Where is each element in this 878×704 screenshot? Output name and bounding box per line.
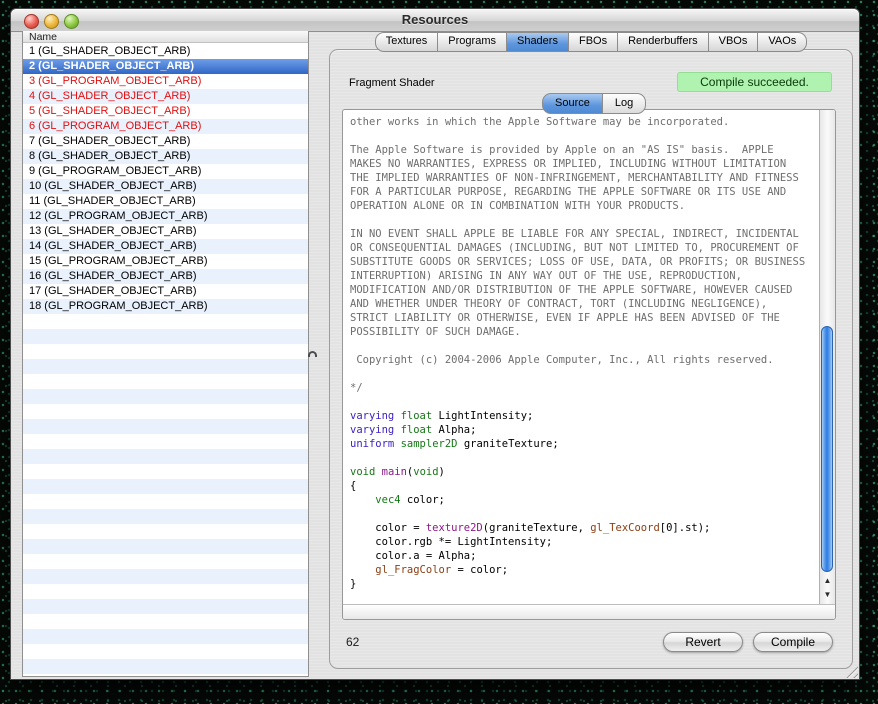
tab-vbos[interactable]: VBOs xyxy=(709,32,759,52)
source-log-segmented-control: SourceLog xyxy=(542,93,646,112)
segment-log[interactable]: Log xyxy=(603,93,646,114)
code-line: MAKES NO WARRANTIES, EXPRESS OR IMPLIED,… xyxy=(350,157,819,171)
title-bar: Resources xyxy=(11,9,859,32)
code-line: gl_FragColor = color; xyxy=(350,563,819,577)
list-item[interactable]: 15 (GL_PROGRAM_OBJECT_ARB) xyxy=(23,254,308,269)
resource-list: Name 1 (GL_SHADER_OBJECT_ARB)2 (GL_SHADE… xyxy=(22,31,309,677)
shader-source-editor: other works in which the Apple Software … xyxy=(342,109,836,620)
code-line: The Apple Software is provided by Apple … xyxy=(350,143,819,157)
list-item[interactable]: 18 (GL_PROGRAM_OBJECT_ARB) xyxy=(23,299,308,314)
code-line: OPERATION ALONE OR IN COMBINATION WITH Y… xyxy=(350,199,819,213)
tab-textures[interactable]: Textures xyxy=(375,32,439,52)
scroll-up-arrow-icon[interactable]: ▲ xyxy=(820,574,835,588)
code-line: AND WHETHER UNDER THEORY OF CONTRACT, TO… xyxy=(350,297,819,311)
list-item[interactable]: 5 (GL_SHADER_OBJECT_ARB) xyxy=(23,104,308,119)
code-line: MODIFICATION AND/OR DISTRIBUTION OF THE … xyxy=(350,283,819,297)
tab-vaos[interactable]: VAOs xyxy=(758,32,807,52)
list-item[interactable]: 11 (GL_SHADER_OBJECT_ARB) xyxy=(23,194,308,209)
code-line: STRICT LIABILITY OR OTHERWISE, EVEN IF A… xyxy=(350,311,819,325)
vertical-scrollbar[interactable]: ▲ ▼ xyxy=(819,110,835,604)
code-line: void main(void) xyxy=(350,465,819,479)
window-content: Name 1 (GL_SHADER_OBJECT_ARB)2 (GL_SHADE… xyxy=(11,31,859,679)
code-line xyxy=(350,507,819,521)
tab-bar: TexturesProgramsShadersFBOsRenderbuffers… xyxy=(329,32,853,50)
list-item[interactable]: 13 (GL_SHADER_OBJECT_ARB) xyxy=(23,224,308,239)
code-line: } xyxy=(350,577,819,591)
code-line xyxy=(350,451,819,465)
list-item[interactable]: 17 (GL_SHADER_OBJECT_ARB) xyxy=(23,284,308,299)
code-line xyxy=(350,213,819,227)
code-line: varying float LightIntensity; xyxy=(350,409,819,423)
code-text-area[interactable]: other works in which the Apple Software … xyxy=(343,110,819,604)
list-item[interactable]: 7 (GL_SHADER_OBJECT_ARB) xyxy=(23,134,308,149)
list-item[interactable]: 14 (GL_SHADER_OBJECT_ARB) xyxy=(23,239,308,254)
code-line: THE IMPLIED WARRANTIES OF NON-INFRINGEME… xyxy=(350,171,819,185)
resources-window: Resources Name 1 (GL_SHADER_OBJECT_ARB)2… xyxy=(10,8,860,680)
compile-status-badge: Compile succeeded. xyxy=(677,72,832,92)
list-item[interactable]: 16 (GL_SHADER_OBJECT_ARB) xyxy=(23,269,308,284)
list-item[interactable]: 10 (GL_SHADER_OBJECT_ARB) xyxy=(23,179,308,194)
segment-source[interactable]: Source xyxy=(542,93,603,114)
code-line xyxy=(350,129,819,143)
code-line: color.rgb *= LightIntensity; xyxy=(350,535,819,549)
code-line: color = texture2D(graniteTexture, gl_Tex… xyxy=(350,521,819,535)
scrollbar-thumb[interactable] xyxy=(821,326,833,572)
list-item[interactable]: 6 (GL_PROGRAM_OBJECT_ARB) xyxy=(23,119,308,134)
scrollbar-arrows: ▲ ▼ xyxy=(820,574,835,602)
list-item[interactable]: 1 (GL_SHADER_OBJECT_ARB) xyxy=(23,44,308,59)
code-line: SUBSTITUTE GOODS OR SERVICES; LOSS OF US… xyxy=(350,255,819,269)
code-line: POSSIBILITY OF SUCH DAMAGE. xyxy=(350,325,819,339)
line-number-indicator: 62 xyxy=(346,635,359,649)
code-line: vec4 color; xyxy=(350,493,819,507)
code-line xyxy=(350,395,819,409)
name-column-header[interactable]: Name xyxy=(23,31,308,43)
code-line: OR CONSEQUENTIAL DAMAGES (INCLUDING, BUT… xyxy=(350,241,819,255)
code-line: FOR A PARTICULAR PURPOSE, REGARDING THE … xyxy=(350,185,819,199)
code-line: other works in which the Apple Software … xyxy=(350,115,819,129)
revert-button[interactable]: Revert xyxy=(663,632,743,652)
tab-shaders[interactable]: Shaders xyxy=(507,32,569,52)
list-item[interactable]: 9 (GL_PROGRAM_OBJECT_ARB) xyxy=(23,164,308,179)
tab-renderbuffers[interactable]: Renderbuffers xyxy=(618,32,709,52)
code-line: */ xyxy=(350,381,819,395)
list-item[interactable]: 8 (GL_SHADER_OBJECT_ARB) xyxy=(23,149,308,164)
code-line xyxy=(350,367,819,381)
code-line: color.a = Alpha; xyxy=(350,549,819,563)
code-line: Copyright (c) 2004-2006 Apple Computer, … xyxy=(350,353,819,367)
code-line: uniform sampler2D graniteTexture; xyxy=(350,437,819,451)
shader-type-label: Fragment Shader xyxy=(349,77,435,89)
code-line: varying float Alpha; xyxy=(350,423,819,437)
splitter-grabber-icon[interactable] xyxy=(308,351,317,357)
code-line: { xyxy=(350,479,819,493)
tab-programs[interactable]: Programs xyxy=(438,32,507,52)
desktop-background: Resources Name 1 (GL_SHADER_OBJECT_ARB)2… xyxy=(0,0,878,704)
list-item[interactable]: 3 (GL_PROGRAM_OBJECT_ARB) xyxy=(23,74,308,89)
list-item[interactable]: 2 (GL_SHADER_OBJECT_ARB) xyxy=(23,59,308,74)
tab-fbos[interactable]: FBOs xyxy=(569,32,618,52)
window-title: Resources xyxy=(11,12,859,27)
horizontal-scrollbar[interactable] xyxy=(343,604,835,619)
code-line xyxy=(350,339,819,353)
resource-list-rows: 1 (GL_SHADER_OBJECT_ARB)2 (GL_SHADER_OBJ… xyxy=(23,44,308,676)
list-item[interactable]: 4 (GL_SHADER_OBJECT_ARB) xyxy=(23,89,308,104)
code-line: INTERRUPTION) ARISING IN ANY WAY OUT OF … xyxy=(350,269,819,283)
code-line: IN NO EVENT SHALL APPLE BE LIABLE FOR AN… xyxy=(350,227,819,241)
scroll-down-arrow-icon[interactable]: ▼ xyxy=(820,588,835,602)
list-item[interactable]: 12 (GL_PROGRAM_OBJECT_ARB) xyxy=(23,209,308,224)
compile-button[interactable]: Compile xyxy=(753,632,833,652)
